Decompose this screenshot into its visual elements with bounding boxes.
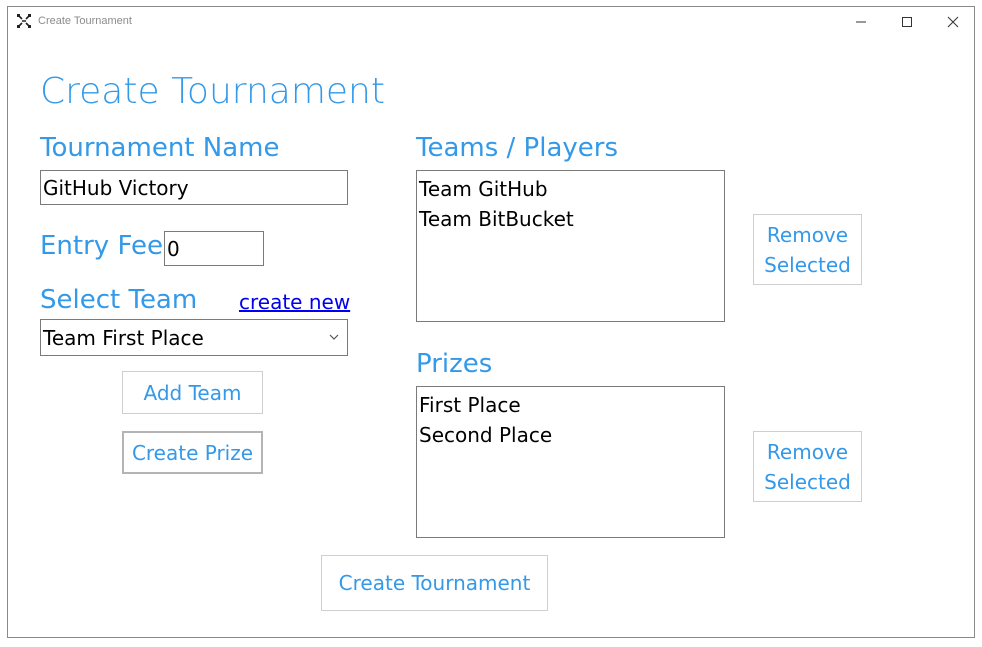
close-button[interactable] — [930, 7, 976, 37]
minimize-icon — [856, 21, 866, 23]
teams-players-listbox[interactable]: Team GitHub Team BitBucket — [416, 170, 725, 322]
list-item[interactable]: Second Place — [419, 420, 724, 450]
maximize-button[interactable] — [884, 7, 930, 37]
remove-prize-label-line2: Selected — [764, 469, 851, 494]
page-title: Create Tournament — [40, 71, 385, 112]
title-bar[interactable]: Create Tournament — [8, 7, 974, 37]
chevron-down-icon — [329, 334, 339, 340]
remove-team-label-line1: Remove — [766, 222, 849, 247]
tournament-name-label: Tournament Name — [40, 133, 280, 163]
minimize-button[interactable] — [838, 7, 884, 37]
maximize-icon — [902, 17, 912, 27]
teams-players-label: Teams / Players — [416, 133, 619, 163]
create-prize-button[interactable]: Create Prize — [122, 431, 263, 474]
prizes-label: Prizes — [416, 349, 493, 379]
list-item[interactable]: Team BitBucket — [419, 204, 724, 234]
tournament-name-input[interactable] — [40, 170, 348, 205]
list-item[interactable]: First Place — [419, 390, 724, 420]
remove-selected-team-button[interactable]: Remove Selected — [753, 214, 862, 285]
create-tournament-button[interactable]: Create Tournament — [321, 555, 548, 611]
window-title: Create Tournament — [38, 15, 132, 27]
remove-prize-label-line1: Remove — [766, 439, 849, 464]
app-window: Create Tournament Create Tournament Tour… — [7, 6, 975, 638]
prizes-listbox[interactable]: First Place Second Place — [416, 386, 725, 538]
select-team-value: Team First Place — [43, 325, 204, 350]
create-new-team-link[interactable]: create new — [239, 290, 350, 314]
select-team-dropdown[interactable]: Team First Place — [40, 319, 348, 356]
remove-team-label-line2: Selected — [764, 252, 851, 277]
add-team-button[interactable]: Add Team — [122, 371, 263, 414]
entry-fee-label: Entry Fee — [40, 231, 163, 261]
entry-fee-input[interactable] — [164, 231, 264, 266]
select-team-label: Select Team — [40, 285, 198, 315]
close-icon — [947, 16, 959, 28]
app-icon — [16, 13, 32, 29]
list-item[interactable]: Team GitHub — [419, 174, 724, 204]
remove-selected-prize-button[interactable]: Remove Selected — [753, 431, 862, 502]
